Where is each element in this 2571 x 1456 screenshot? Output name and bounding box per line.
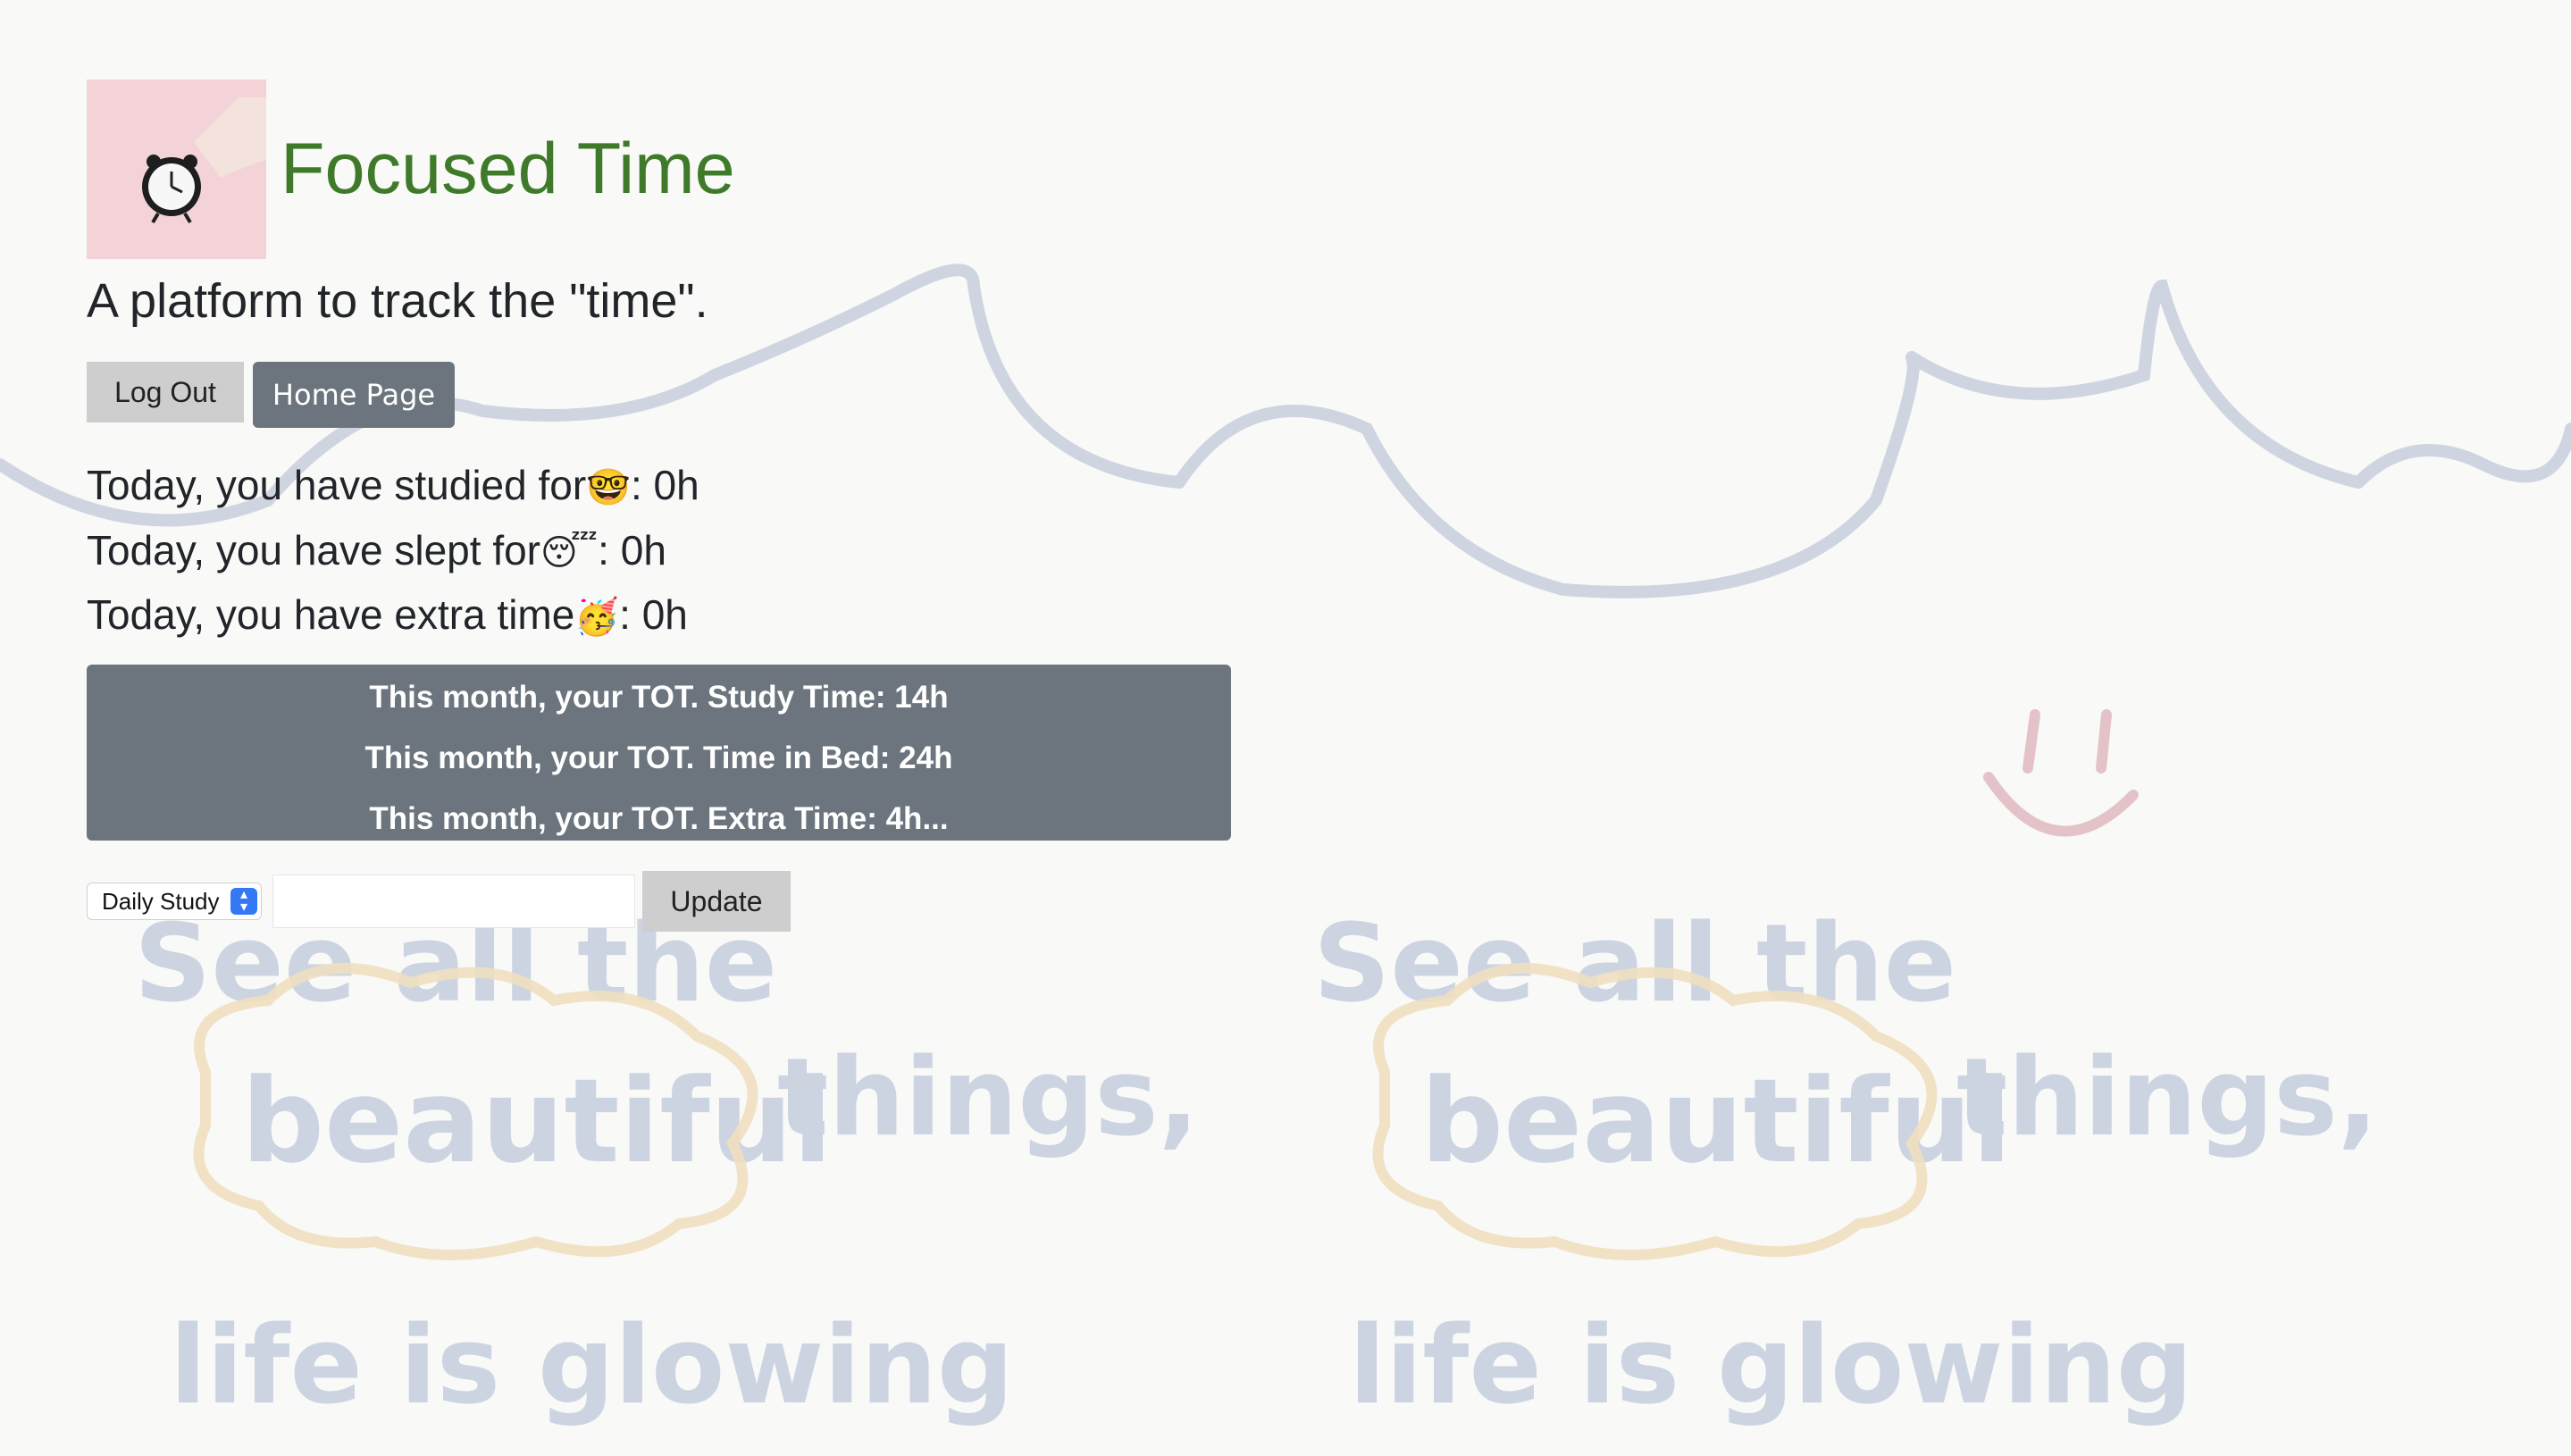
monthly-summary-box: This month, your TOT. Study Time: 14h Th… [87, 665, 1231, 841]
home-page-button[interactable]: Home Page [253, 362, 455, 428]
logout-button[interactable]: Log Out [87, 362, 244, 423]
today-slept: Today, you have slept for😴: 0h [87, 530, 666, 571]
today-extra: Today, you have extra time🥳: 0h [87, 594, 688, 635]
category-select[interactable]: Daily Study ▴ ▾ [87, 883, 262, 920]
chevron-updown-icon: ▴ ▾ [230, 888, 257, 915]
page-title: Focused Time [281, 129, 735, 209]
today-slept-value: : 0h [598, 527, 666, 573]
today-extra-label: Today, you have extra time [87, 591, 575, 638]
today-extra-value: : 0h [619, 591, 688, 638]
header: Focused Time [87, 79, 735, 259]
nerd-face-icon: 🤓 [586, 467, 631, 508]
month-study-total: This month, your TOT. Study Time: 14h [369, 680, 949, 715]
today-studied-value: : 0h [630, 462, 699, 508]
today-slept-label: Today, you have slept for [87, 527, 540, 573]
today-studied: Today, you have studied for🤓: 0h [87, 464, 699, 506]
party-face-icon: 🥳 [574, 597, 620, 638]
update-form: Daily Study ▴ ▾ Update [87, 871, 791, 932]
month-bed-total: This month, your TOT. Time in Bed: 24h [364, 741, 953, 775]
today-studied-label: Today, you have studied for [87, 462, 587, 508]
hours-input[interactable] [272, 874, 635, 928]
month-extra-total: This month, your TOT. Extra Time: 4h... [369, 801, 949, 836]
nav-buttons: Log Out Home Page [87, 362, 455, 428]
tagline: A platform to track the "time". [87, 274, 708, 328]
category-select-value: Daily Study [102, 887, 220, 915]
alarm-clock-image [87, 79, 266, 259]
sleeping-face-icon: 😴 [540, 532, 599, 573]
update-button[interactable]: Update [642, 871, 791, 932]
